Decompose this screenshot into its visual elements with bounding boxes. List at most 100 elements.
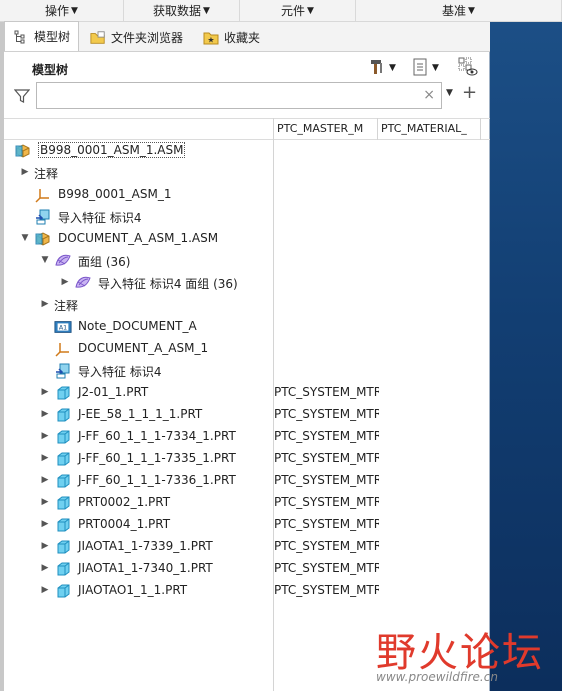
tree-row[interactable]: ▶ J-EE_58_1_1_1_1.PRT PTC_SYSTEM_MTRL — [4, 404, 490, 426]
top-menu-3[interactable]: 基准 ▼ — [356, 0, 562, 21]
material-cell: PTC_SYSTEM_MTRL — [274, 451, 379, 465]
expand-arrow-icon[interactable]: ▶ — [60, 277, 70, 287]
csys-icon — [34, 186, 52, 204]
column-divider — [480, 118, 481, 140]
tree-row[interactable]: ▼ 面组 (36) — [4, 250, 490, 272]
collapse-arrow-icon[interactable]: ▼ — [20, 233, 30, 243]
svg-text:★: ★ — [207, 35, 214, 44]
column-header-material[interactable]: PTC_MATERIAL_ — [381, 122, 481, 135]
tab-label: 文件夹浏览器 — [111, 31, 184, 45]
part-icon — [54, 406, 72, 424]
top-menu-label: 元件 — [281, 4, 306, 18]
tree-row[interactable]: ▶ PRT0004_1.PRT PTC_SYSTEM_MTRL — [4, 514, 490, 536]
expand-arrow-icon[interactable]: ▶ — [40, 585, 50, 595]
tree-row[interactable]: ▶ 注释 — [4, 294, 490, 316]
column-divider — [377, 118, 378, 140]
expand-arrow-icon[interactable]: ▶ — [40, 431, 50, 441]
chevron-down-icon: ▼ — [203, 5, 210, 16]
watermark-url: www.proewildfire.cn — [376, 670, 498, 684]
part-icon — [54, 516, 72, 534]
hammer-icon — [368, 58, 386, 79]
tree-row[interactable]: ▶ J2-01_1.PRT PTC_SYSTEM_MTRL — [4, 382, 490, 404]
tree-row[interactable]: ▶ 导入特征 标识4 面组 (36) — [4, 272, 490, 294]
tab-folder-browser[interactable]: 文件夹浏览器 — [81, 23, 192, 51]
expand-arrow-icon[interactable]: ▶ — [40, 453, 50, 463]
note-icon: A1 — [54, 318, 72, 336]
tree-row[interactable]: ▶ JIAOTAO1_1_1.PRT PTC_SYSTEM_MTRL — [4, 580, 490, 602]
part-icon — [54, 450, 72, 468]
tree-row-label: J-FF_60_1_1_1-7335_1.PRT — [78, 451, 236, 465]
chevron-down-icon: ▼ — [389, 63, 396, 73]
material-cell: PTC_SYSTEM_MTRL — [274, 473, 379, 487]
tab-favorites[interactable]: ★ 收藏夹 — [194, 23, 269, 51]
funnel-icon[interactable] — [13, 88, 31, 107]
tree-row[interactable]: A1 Note_DOCUMENT_A — [4, 316, 490, 338]
tree-row[interactable]: ▼ DOCUMENT_A_ASM_1.ASM — [4, 228, 490, 250]
tree-row-label: 导入特征 标识4 面组 (36) — [98, 277, 238, 291]
import-feature-icon — [54, 362, 72, 380]
column-header-master[interactable]: PTC_MASTER_M — [277, 122, 377, 135]
tree-row[interactable]: ▶ PRT0002_1.PRT PTC_SYSTEM_MTRL — [4, 492, 490, 514]
assembly-icon — [14, 142, 32, 160]
top-menu-1[interactable]: 获取数据 ▼ — [124, 0, 240, 21]
top-menu-0[interactable]: 操作 ▼ — [0, 0, 124, 21]
tree-row[interactable]: ▶ J-FF_60_1_1_1-7335_1.PRT PTC_SYSTEM_MTRL — [4, 448, 490, 470]
tree-row-label: DOCUMENT_A_ASM_1 — [78, 341, 209, 355]
tab-tree[interactable]: 模型树 — [4, 21, 80, 51]
tree-row[interactable]: ▶ 注释 — [4, 162, 490, 184]
settings-tool-button[interactable]: ▼ — [368, 58, 396, 78]
tree-row-label: 导入特征 标识4 — [58, 211, 142, 225]
expand-arrow-icon[interactable]: ▶ — [40, 475, 50, 485]
tree-row-label: JIAOTAO1_1_1.PRT — [78, 583, 188, 597]
document-list-icon — [412, 58, 428, 79]
model-tree-panel: 模型树 文件夹浏览器 ★ 收藏夹 模型树 ▼ ▼ × ▼ + PTC_MASTE… — [4, 21, 490, 691]
expand-arrow-icon[interactable]: ▶ — [40, 497, 50, 507]
tree-row[interactable]: ▶ J-FF_60_1_1_1-7336_1.PRT PTC_SYSTEM_MTRL — [4, 470, 490, 492]
tree-row[interactable]: ▶ JIAOTA1_1-7340_1.PRT PTC_SYSTEM_MTRL — [4, 558, 490, 580]
tree-row-label: PRT0002_1.PRT — [78, 495, 171, 509]
clear-icon[interactable]: × — [423, 87, 435, 103]
part-icon — [54, 582, 72, 600]
part-icon — [54, 560, 72, 578]
search-input[interactable] — [37, 83, 417, 108]
tree-row[interactable]: B998_0001_ASM_1 — [4, 184, 490, 206]
top-menu-2[interactable]: 元件 ▼ — [240, 0, 356, 21]
expand-arrow-icon[interactable]: ▶ — [40, 563, 50, 573]
tree-row-label: PRT0004_1.PRT — [78, 517, 171, 531]
csys-icon — [54, 340, 72, 358]
part-icon — [54, 494, 72, 512]
expand-arrow-icon[interactable]: ▶ — [40, 541, 50, 551]
top-menu-label: 获取数据 — [153, 4, 202, 18]
tree-row[interactable]: ▶ J-FF_60_1_1_1-7334_1.PRT PTC_SYSTEM_MTRL — [4, 426, 490, 448]
tree-row-label: J2-01_1.PRT — [78, 385, 149, 399]
tree-row-label: 导入特征 标识4 — [78, 365, 162, 379]
tree-row-label: J-FF_60_1_1_1-7334_1.PRT — [78, 429, 236, 443]
add-column-icon[interactable]: + — [462, 82, 477, 103]
watermark-logo: 野火论坛 www.proewildfire.cn — [376, 620, 556, 686]
part-icon — [54, 428, 72, 446]
tree-row[interactable]: 导入特征 标识4 — [4, 206, 490, 228]
show-tool-button[interactable]: ▼ — [412, 58, 439, 78]
tree-filter-icon — [458, 57, 478, 80]
collapse-arrow-icon[interactable]: ▼ — [40, 255, 50, 265]
filter-display-button[interactable] — [458, 57, 478, 80]
expand-arrow-icon[interactable]: ▶ — [40, 519, 50, 529]
material-cell: PTC_SYSTEM_MTRL — [274, 495, 379, 509]
search-options-dropdown[interactable]: ▼ — [446, 88, 453, 98]
expand-arrow-icon[interactable]: ▶ — [40, 387, 50, 397]
expand-arrow-icon[interactable]: ▶ — [20, 167, 30, 177]
tree-row[interactable]: B998_0001_ASM_1.ASM — [4, 140, 490, 162]
material-cell: PTC_SYSTEM_MTRL — [274, 407, 379, 421]
tree-row[interactable]: DOCUMENT_A_ASM_1 — [4, 338, 490, 360]
top-menu-bar: 操作 ▼ 获取数据 ▼ 元件 ▼ 基准 ▼ — [0, 0, 562, 22]
tree-row-label: JIAOTA1_1-7340_1.PRT — [78, 561, 213, 575]
tree-row[interactable]: ▶ JIAOTA1_1-7339_1.PRT PTC_SYSTEM_MTRL — [4, 536, 490, 558]
search-box: × — [36, 82, 442, 109]
expand-arrow-icon[interactable]: ▶ — [40, 299, 50, 309]
import-feature-icon — [34, 208, 52, 226]
expand-arrow-icon[interactable]: ▶ — [40, 409, 50, 419]
tab-label: 收藏夹 — [224, 31, 261, 45]
graphics-window[interactable] — [490, 22, 562, 691]
assembly-icon — [34, 230, 52, 248]
tree-row[interactable]: 导入特征 标识4 — [4, 360, 490, 382]
